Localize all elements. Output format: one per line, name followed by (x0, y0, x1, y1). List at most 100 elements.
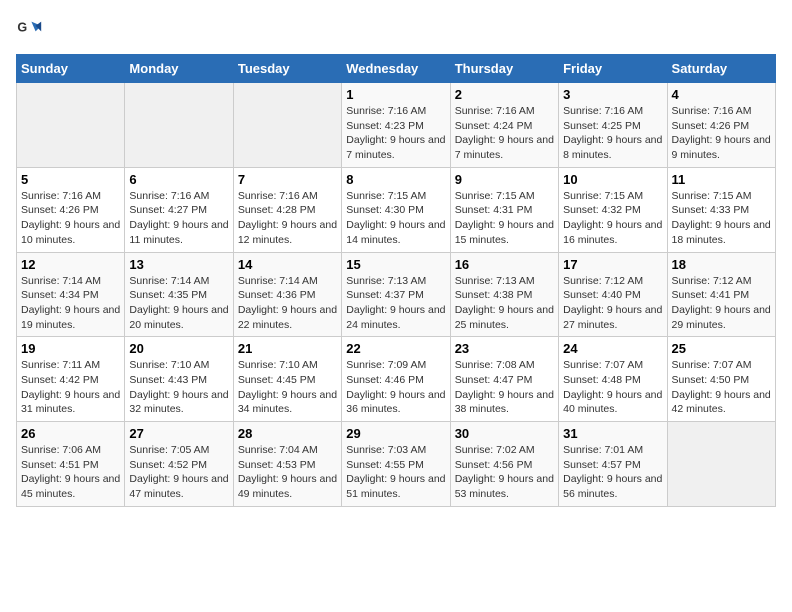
day-cell-31: 31Sunrise: 7:01 AM Sunset: 4:57 PM Dayli… (559, 422, 667, 507)
weekday-header-friday: Friday (559, 55, 667, 83)
day-number: 22 (346, 341, 445, 356)
day-number: 11 (672, 172, 771, 187)
day-info: Sunrise: 7:16 AM Sunset: 4:28 PM Dayligh… (238, 189, 337, 248)
day-number: 6 (129, 172, 228, 187)
day-info: Sunrise: 7:16 AM Sunset: 4:26 PM Dayligh… (672, 104, 771, 163)
day-number: 28 (238, 426, 337, 441)
day-cell-24: 24 Sunrise: 7:07 AM Sunset: 4:48 PM Dayli… (559, 337, 667, 422)
logo: G (16, 16, 48, 44)
day-info: Sunrise: 7:15 AM Sunset: 4:31 PM Dayligh… (455, 189, 554, 248)
day-number: 4 (672, 87, 771, 102)
day-cell-13: 13 Sunrise: 7:14 AM Sunset: 4:35 PM Dayli… (125, 252, 233, 337)
day-number: 23 (455, 341, 554, 356)
day-cell-18: 18Sunrise: 7:12 AM Sunset: 4:41 PM Dayli… (667, 252, 775, 337)
day-info: Sunrise: 7:15 AM Sunset: 4:30 PM Dayligh… (346, 189, 445, 248)
day-number: 19 (21, 341, 120, 356)
day-info: Sunrise: 7:07 AM Sunset: 4:50 PM Dayligh… (672, 358, 771, 417)
day-cell-12: 12 Sunrise: 7:14 AM Sunset: 4:34 PM Dayli… (17, 252, 125, 337)
day-info: Sunrise: 7:16 AM Sunset: 4:24 PM Dayligh… (455, 104, 554, 163)
day-number: 29 (346, 426, 445, 441)
day-cell-19: 19Sunrise: 7:11 AM Sunset: 4:42 PM Dayli… (17, 337, 125, 422)
day-info: Sunrise: 7:14 AM Sunset: 4:36 PM Dayligh… (238, 274, 337, 333)
weekday-header-saturday: Saturday (667, 55, 775, 83)
day-cell-empty (125, 83, 233, 168)
day-info: Sunrise: 7:07 AM Sunset: 4:48 PM Dayligh… (563, 358, 662, 417)
day-cell-5: 5 Sunrise: 7:16 AM Sunset: 4:26 PM Daylig… (17, 167, 125, 252)
day-cell-7: 7 Sunrise: 7:16 AM Sunset: 4:28 PM Daylig… (233, 167, 341, 252)
day-number: 5 (21, 172, 120, 187)
day-number: 30 (455, 426, 554, 441)
day-info: Sunrise: 7:10 AM Sunset: 4:43 PM Dayligh… (129, 358, 228, 417)
day-info: Sunrise: 7:14 AM Sunset: 4:35 PM Dayligh… (129, 274, 228, 333)
day-number: 1 (346, 87, 445, 102)
day-cell-17: 17 Sunrise: 7:12 AM Sunset: 4:40 PM Dayli… (559, 252, 667, 337)
day-cell-11: 11 Sunrise: 7:15 AM Sunset: 4:33 PM Dayli… (667, 167, 775, 252)
day-cell-10: 10 Sunrise: 7:15 AM Sunset: 4:32 PM Dayli… (559, 167, 667, 252)
day-cell-20: 20 Sunrise: 7:10 AM Sunset: 4:43 PM Dayli… (125, 337, 233, 422)
day-info: Sunrise: 7:16 AM Sunset: 4:27 PM Dayligh… (129, 189, 228, 248)
day-number: 12 (21, 257, 120, 272)
day-info: Sunrise: 7:14 AM Sunset: 4:34 PM Dayligh… (21, 274, 120, 333)
day-number: 15 (346, 257, 445, 272)
day-cell-21: 21 Sunrise: 7:10 AM Sunset: 4:45 PM Dayli… (233, 337, 341, 422)
day-cell-25: 25 Sunrise: 7:07 AM Sunset: 4:50 PM Dayli… (667, 337, 775, 422)
day-number: 17 (563, 257, 662, 272)
day-number: 3 (563, 87, 662, 102)
day-info: Sunrise: 7:09 AM Sunset: 4:46 PM Dayligh… (346, 358, 445, 417)
day-info: Sunrise: 7:01 AM Sunset: 4:57 PM Dayligh… (563, 443, 662, 502)
calendar: SundayMondayTuesdayWednesdayThursdayFrid… (16, 54, 776, 507)
week-row-3: 12 Sunrise: 7:14 AM Sunset: 4:34 PM Dayli… (17, 252, 776, 337)
day-cell-empty (17, 83, 125, 168)
day-info: Sunrise: 7:16 AM Sunset: 4:25 PM Dayligh… (563, 104, 662, 163)
day-number: 25 (672, 341, 771, 356)
day-number: 21 (238, 341, 337, 356)
day-info: Sunrise: 7:16 AM Sunset: 4:26 PM Dayligh… (21, 189, 120, 248)
day-number: 7 (238, 172, 337, 187)
day-number: 16 (455, 257, 554, 272)
weekday-header-sunday: Sunday (17, 55, 125, 83)
day-info: Sunrise: 7:05 AM Sunset: 4:52 PM Dayligh… (129, 443, 228, 502)
weekday-header-row: SundayMondayTuesdayWednesdayThursdayFrid… (17, 55, 776, 83)
day-cell-30: 30Sunrise: 7:02 AM Sunset: 4:56 PM Dayli… (450, 422, 558, 507)
week-row-2: 5 Sunrise: 7:16 AM Sunset: 4:26 PM Daylig… (17, 167, 776, 252)
weekday-header-thursday: Thursday (450, 55, 558, 83)
day-cell-4: 4 Sunrise: 7:16 AM Sunset: 4:26 PM Daylig… (667, 83, 775, 168)
day-info: Sunrise: 7:15 AM Sunset: 4:33 PM Dayligh… (672, 189, 771, 248)
day-number: 20 (129, 341, 228, 356)
day-number: 24 (563, 341, 662, 356)
day-cell-16: 16Sunrise: 7:13 AM Sunset: 4:38 PM Dayli… (450, 252, 558, 337)
weekday-header-wednesday: Wednesday (342, 55, 450, 83)
day-cell-empty (667, 422, 775, 507)
day-info: Sunrise: 7:04 AM Sunset: 4:53 PM Dayligh… (238, 443, 337, 502)
day-info: Sunrise: 7:15 AM Sunset: 4:32 PM Dayligh… (563, 189, 662, 248)
svg-text:G: G (17, 20, 27, 34)
day-info: Sunrise: 7:10 AM Sunset: 4:45 PM Dayligh… (238, 358, 337, 417)
day-info: Sunrise: 7:08 AM Sunset: 4:47 PM Dayligh… (455, 358, 554, 417)
weekday-header-monday: Monday (125, 55, 233, 83)
day-cell-29: 29Sunrise: 7:03 AM Sunset: 4:55 PM Dayli… (342, 422, 450, 507)
weekday-header-tuesday: Tuesday (233, 55, 341, 83)
day-cell-15: 15Sunrise: 7:13 AM Sunset: 4:37 PM Dayli… (342, 252, 450, 337)
day-cell-26: 26 Sunrise: 7:06 AM Sunset: 4:51 PM Dayli… (17, 422, 125, 507)
day-number: 13 (129, 257, 228, 272)
day-number: 2 (455, 87, 554, 102)
day-cell-23: 23 Sunrise: 7:08 AM Sunset: 4:47 PM Dayli… (450, 337, 558, 422)
day-info: Sunrise: 7:16 AM Sunset: 4:23 PM Dayligh… (346, 104, 445, 163)
week-row-1: 1 Sunrise: 7:16 AM Sunset: 4:23 PM Daylig… (17, 83, 776, 168)
day-cell-1: 1 Sunrise: 7:16 AM Sunset: 4:23 PM Daylig… (342, 83, 450, 168)
day-cell-6: 6 Sunrise: 7:16 AM Sunset: 4:27 PM Daylig… (125, 167, 233, 252)
page-header: G (16, 16, 776, 44)
day-cell-3: 3 Sunrise: 7:16 AM Sunset: 4:25 PM Daylig… (559, 83, 667, 168)
day-cell-9: 9 Sunrise: 7:15 AM Sunset: 4:31 PM Daylig… (450, 167, 558, 252)
day-cell-8: 8Sunrise: 7:15 AM Sunset: 4:30 PM Daylig… (342, 167, 450, 252)
day-info: Sunrise: 7:06 AM Sunset: 4:51 PM Dayligh… (21, 443, 120, 502)
day-number: 26 (21, 426, 120, 441)
day-info: Sunrise: 7:12 AM Sunset: 4:41 PM Dayligh… (672, 274, 771, 333)
day-cell-27: 27 Sunrise: 7:05 AM Sunset: 4:52 PM Dayli… (125, 422, 233, 507)
day-cell-2: 2 Sunrise: 7:16 AM Sunset: 4:24 PM Daylig… (450, 83, 558, 168)
day-number: 9 (455, 172, 554, 187)
day-info: Sunrise: 7:12 AM Sunset: 4:40 PM Dayligh… (563, 274, 662, 333)
day-cell-14: 14Sunrise: 7:14 AM Sunset: 4:36 PM Dayli… (233, 252, 341, 337)
day-number: 27 (129, 426, 228, 441)
day-number: 10 (563, 172, 662, 187)
